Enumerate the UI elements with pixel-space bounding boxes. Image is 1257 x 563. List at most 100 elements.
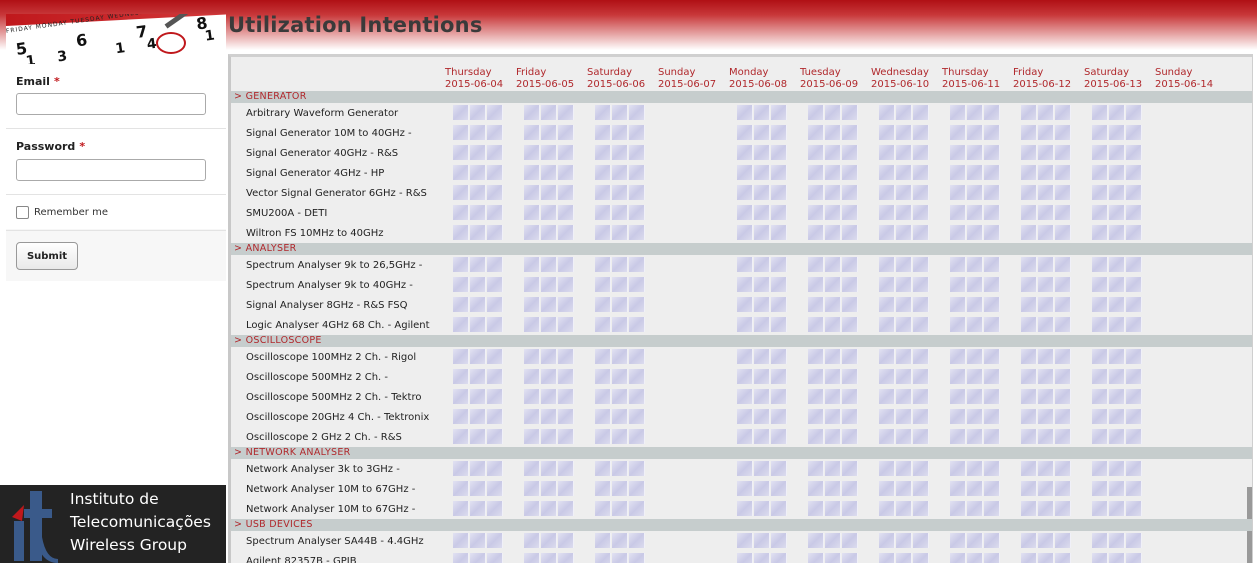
time-slot-cell[interactable] xyxy=(595,317,611,332)
time-slot-cell[interactable] xyxy=(1021,165,1037,180)
time-slot-cell[interactable] xyxy=(842,257,858,272)
time-slot-cell[interactable] xyxy=(771,429,787,444)
time-slot-cell[interactable] xyxy=(754,317,770,332)
time-slot-cell[interactable] xyxy=(771,185,787,200)
time-slot-cell[interactable] xyxy=(470,205,486,220)
time-slot-cell[interactable] xyxy=(913,429,929,444)
time-slot-cell[interactable] xyxy=(808,105,824,120)
time-slot-cell[interactable] xyxy=(487,165,503,180)
time-slot-cell[interactable] xyxy=(595,185,611,200)
time-slot-cell[interactable] xyxy=(453,185,469,200)
time-slot-cell[interactable] xyxy=(1055,429,1071,444)
time-slot-cell[interactable] xyxy=(1126,409,1142,424)
time-slot-cell[interactable] xyxy=(1109,409,1125,424)
time-slot-cell[interactable] xyxy=(737,277,753,292)
time-slot-cell[interactable] xyxy=(470,185,486,200)
time-slot-cell[interactable] xyxy=(1021,429,1037,444)
category-header[interactable]: > ANALYSER xyxy=(231,243,1252,255)
time-slot-cell[interactable] xyxy=(967,389,983,404)
time-slot-cell[interactable] xyxy=(541,409,557,424)
time-slot-cell[interactable] xyxy=(595,481,611,496)
time-slot-cell[interactable] xyxy=(1092,461,1108,476)
time-slot-cell[interactable] xyxy=(950,369,966,384)
time-slot-cell[interactable] xyxy=(771,105,787,120)
time-slot-cell[interactable] xyxy=(896,501,912,516)
time-slot-cell[interactable] xyxy=(1092,125,1108,140)
time-slot-cell[interactable] xyxy=(825,257,841,272)
time-slot-cell[interactable] xyxy=(1055,205,1071,220)
time-slot-cell[interactable] xyxy=(737,481,753,496)
time-slot-cell[interactable] xyxy=(470,349,486,364)
time-slot-cell[interactable] xyxy=(1055,105,1071,120)
time-slot-cell[interactable] xyxy=(524,105,540,120)
time-slot-cell[interactable] xyxy=(470,297,486,312)
time-slot-cell[interactable] xyxy=(984,389,1000,404)
time-slot-cell[interactable] xyxy=(950,225,966,240)
time-slot-cell[interactable] xyxy=(950,349,966,364)
time-slot-cell[interactable] xyxy=(524,125,540,140)
time-slot-cell[interactable] xyxy=(825,145,841,160)
time-slot-cell[interactable] xyxy=(1055,317,1071,332)
time-slot-cell[interactable] xyxy=(984,125,1000,140)
time-slot-cell[interactable] xyxy=(842,349,858,364)
time-slot-cell[interactable] xyxy=(470,533,486,548)
time-slot-cell[interactable] xyxy=(879,429,895,444)
time-slot-cell[interactable] xyxy=(487,349,503,364)
time-slot-cell[interactable] xyxy=(470,225,486,240)
time-slot-cell[interactable] xyxy=(612,553,628,563)
submit-button[interactable]: Submit xyxy=(16,242,78,270)
time-slot-cell[interactable] xyxy=(629,257,645,272)
time-slot-cell[interactable] xyxy=(1126,501,1142,516)
time-slot-cell[interactable] xyxy=(595,409,611,424)
time-slot-cell[interactable] xyxy=(896,125,912,140)
time-slot-cell[interactable] xyxy=(524,481,540,496)
time-slot-cell[interactable] xyxy=(1021,481,1037,496)
time-slot-cell[interactable] xyxy=(558,297,574,312)
time-slot-cell[interactable] xyxy=(1109,205,1125,220)
time-slot-cell[interactable] xyxy=(612,409,628,424)
time-slot-cell[interactable] xyxy=(950,389,966,404)
time-slot-cell[interactable] xyxy=(629,277,645,292)
time-slot-cell[interactable] xyxy=(1126,461,1142,476)
time-slot-cell[interactable] xyxy=(879,257,895,272)
time-slot-cell[interactable] xyxy=(558,317,574,332)
time-slot-cell[interactable] xyxy=(825,105,841,120)
time-slot-cell[interactable] xyxy=(967,533,983,548)
time-slot-cell[interactable] xyxy=(1126,125,1142,140)
time-slot-cell[interactable] xyxy=(1038,257,1054,272)
time-slot-cell[interactable] xyxy=(541,533,557,548)
time-slot-cell[interactable] xyxy=(470,145,486,160)
time-slot-cell[interactable] xyxy=(558,461,574,476)
time-slot-cell[interactable] xyxy=(984,297,1000,312)
time-slot-cell[interactable] xyxy=(984,461,1000,476)
time-slot-cell[interactable] xyxy=(896,297,912,312)
time-slot-cell[interactable] xyxy=(558,349,574,364)
time-slot-cell[interactable] xyxy=(967,369,983,384)
time-slot-cell[interactable] xyxy=(737,297,753,312)
time-slot-cell[interactable] xyxy=(612,429,628,444)
time-slot-cell[interactable] xyxy=(771,553,787,563)
time-slot-cell[interactable] xyxy=(879,349,895,364)
time-slot-cell[interactable] xyxy=(1055,461,1071,476)
time-slot-cell[interactable] xyxy=(771,277,787,292)
time-slot-cell[interactable] xyxy=(754,205,770,220)
time-slot-cell[interactable] xyxy=(595,369,611,384)
time-slot-cell[interactable] xyxy=(879,501,895,516)
time-slot-cell[interactable] xyxy=(825,389,841,404)
time-slot-cell[interactable] xyxy=(541,277,557,292)
time-slot-cell[interactable] xyxy=(453,349,469,364)
time-slot-cell[interactable] xyxy=(984,165,1000,180)
time-slot-cell[interactable] xyxy=(842,461,858,476)
time-slot-cell[interactable] xyxy=(1109,369,1125,384)
time-slot-cell[interactable] xyxy=(1126,349,1142,364)
time-slot-cell[interactable] xyxy=(808,461,824,476)
time-slot-cell[interactable] xyxy=(950,553,966,563)
time-slot-cell[interactable] xyxy=(896,389,912,404)
time-slot-cell[interactable] xyxy=(896,461,912,476)
time-slot-cell[interactable] xyxy=(453,145,469,160)
time-slot-cell[interactable] xyxy=(825,277,841,292)
time-slot-cell[interactable] xyxy=(984,145,1000,160)
time-slot-cell[interactable] xyxy=(737,349,753,364)
time-slot-cell[interactable] xyxy=(1055,185,1071,200)
time-slot-cell[interactable] xyxy=(842,501,858,516)
